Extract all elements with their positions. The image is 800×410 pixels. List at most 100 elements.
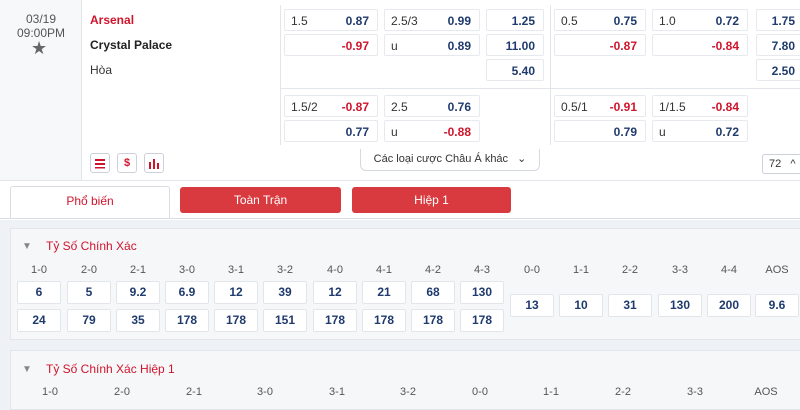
chevron-down-icon[interactable]: ▼ xyxy=(22,364,32,375)
odds-cell[interactable]: 7.80 xyxy=(756,34,800,56)
score-odds-cell[interactable]: 178 xyxy=(411,309,455,332)
odds-cell[interactable]: u 0.72 xyxy=(652,120,748,142)
odds-value: 0.87 xyxy=(345,14,369,28)
score-odds-cell[interactable]: 10 xyxy=(559,294,603,317)
market-count-toggle[interactable]: 72 ^ xyxy=(762,154,800,174)
score-odds-cell[interactable]: 130 xyxy=(460,281,504,304)
handicap-line: 0.5 xyxy=(561,14,578,28)
score-header: 0-0 xyxy=(472,386,488,398)
draw-label: Hòa xyxy=(90,63,113,77)
score-odds-cell[interactable]: 130 xyxy=(658,294,702,317)
tab-full-match[interactable]: Toàn Trận xyxy=(180,187,341,213)
chevron-down-icon[interactable]: ▼ xyxy=(22,241,32,252)
score-header: 1-1 xyxy=(543,386,559,398)
odds-cell[interactable]: 2.50 xyxy=(756,59,800,81)
section-title[interactable]: Tỷ Số Chính Xác Hiệp 1 xyxy=(46,362,175,376)
score-odds-cell[interactable]: 79 xyxy=(67,309,111,332)
score-header: 2-0 xyxy=(81,264,97,276)
score-odds-cell[interactable]: 178 xyxy=(165,309,209,332)
score-odds-cell[interactable]: 5 xyxy=(67,281,111,304)
score-odds-cell[interactable]: 9.6 xyxy=(755,294,799,317)
score-odds-cell[interactable]: 151 xyxy=(263,309,307,332)
divider xyxy=(550,5,551,145)
list-icon[interactable] xyxy=(90,153,110,173)
away-team[interactable]: Crystal Palace xyxy=(90,38,172,52)
score-odds-cell[interactable]: 13 xyxy=(510,294,554,317)
odds-value: 5.40 xyxy=(511,64,535,78)
tab-first-half[interactable]: Hiệp 1 xyxy=(352,187,511,213)
market-count: 72 xyxy=(769,158,782,170)
handicap-line: 1.5 xyxy=(291,14,308,28)
odds-value: -0.84 xyxy=(711,39,739,53)
odds-cell[interactable]: 0.5 0.75 xyxy=(554,9,646,31)
first-half-correct-score-section xyxy=(10,350,800,410)
score-header: 4-0 xyxy=(327,264,343,276)
odds-cell[interactable]: 0.77 xyxy=(284,120,378,142)
odds-cell[interactable]: 2.5/3 0.99 xyxy=(384,9,480,31)
odds-cell[interactable]: 11.00 xyxy=(486,34,544,56)
odds-cell[interactable]: u 0.89 xyxy=(384,34,480,56)
score-odds-cell[interactable]: 178 xyxy=(362,309,406,332)
score-header: 3-0 xyxy=(257,386,273,398)
score-odds-cell[interactable]: 68 xyxy=(411,281,455,304)
odds-cell[interactable]: -0.84 xyxy=(652,34,748,56)
handicap-line: 2.5/3 xyxy=(391,14,418,28)
odds-value: 11.00 xyxy=(505,39,535,53)
odds-value: -0.84 xyxy=(711,100,739,114)
odds-cell[interactable]: u -0.88 xyxy=(384,120,480,142)
odds-cell[interactable]: 0.79 xyxy=(554,120,646,142)
odds-value: 7.80 xyxy=(771,39,795,53)
odds-cell[interactable]: 1.5 0.87 xyxy=(284,9,378,31)
handicap-line: u xyxy=(659,125,666,139)
score-odds-cell[interactable]: 200 xyxy=(707,294,751,317)
chevron-down-icon: ⌄ xyxy=(517,153,527,165)
handicap-line: 2.5 xyxy=(391,100,408,114)
odds-cell[interactable]: -0.87 xyxy=(554,34,646,56)
score-odds-cell[interactable]: 6.9 xyxy=(165,281,209,304)
score-odds-cell[interactable]: 12 xyxy=(214,281,258,304)
score-odds-cell[interactable]: 31 xyxy=(608,294,652,317)
odds-cell[interactable]: 2.5 0.76 xyxy=(384,95,480,117)
score-header: 4-2 xyxy=(425,264,441,276)
odds-cell[interactable]: 1.25 xyxy=(486,9,544,31)
odds-cell[interactable]: -0.97 xyxy=(284,34,378,56)
odds-cell[interactable]: 1/1.5 -0.84 xyxy=(652,95,748,117)
score-odds-cell[interactable]: 6 xyxy=(17,281,61,304)
odds-cell[interactable]: 5.40 xyxy=(486,59,544,81)
score-odds-cell[interactable]: 9.2 xyxy=(116,281,160,304)
score-header: 2-1 xyxy=(130,264,146,276)
score-odds-cell[interactable]: 24 xyxy=(17,309,61,332)
score-odds-cell[interactable]: 35 xyxy=(116,309,160,332)
favorite-star-icon[interactable]: ★ xyxy=(31,38,47,59)
score-odds-cell[interactable]: 39 xyxy=(263,281,307,304)
score-header: 0-0 xyxy=(524,264,540,276)
odds-value: 0.72 xyxy=(715,125,739,139)
score-header: 1-1 xyxy=(573,264,589,276)
dollar-icon[interactable]: $ xyxy=(117,153,137,173)
divider xyxy=(0,218,800,219)
odds-cell[interactable]: 1.0 0.72 xyxy=(652,9,748,31)
divider xyxy=(280,5,281,145)
score-odds-cell[interactable]: 178 xyxy=(313,309,357,332)
score-odds-cell[interactable]: 178 xyxy=(460,309,504,332)
bar-chart-icon[interactable] xyxy=(144,153,164,173)
home-team[interactable]: Arsenal xyxy=(90,13,134,27)
odds-cell[interactable]: 0.5/1 -0.91 xyxy=(554,95,646,117)
score-header: 3-2 xyxy=(400,386,416,398)
score-header: 2-2 xyxy=(622,264,638,276)
odds-cell[interactable]: 1.75 xyxy=(756,9,800,31)
tab-popular[interactable]: Phổ biến xyxy=(10,186,170,218)
score-header: AOS xyxy=(754,386,778,398)
odds-value: 0.77 xyxy=(345,125,369,139)
score-odds-cell[interactable]: 12 xyxy=(313,281,357,304)
odds-value: -0.97 xyxy=(341,39,369,53)
score-odds-cell[interactable]: 178 xyxy=(214,309,258,332)
odds-value: 0.89 xyxy=(447,39,471,53)
score-header: 2-1 xyxy=(186,386,202,398)
odds-cell[interactable]: 1.5/2 -0.87 xyxy=(284,95,378,117)
more-markets-dropdown[interactable]: Các loại cược Châu Á khác ⌄ xyxy=(360,149,540,171)
section-title[interactable]: Tỷ Số Chính Xác xyxy=(46,239,137,253)
match-date-column: 03/19 09:00PM ★ xyxy=(0,0,82,180)
score-odds-cell[interactable]: 21 xyxy=(362,281,406,304)
score-header: 3-3 xyxy=(672,264,688,276)
